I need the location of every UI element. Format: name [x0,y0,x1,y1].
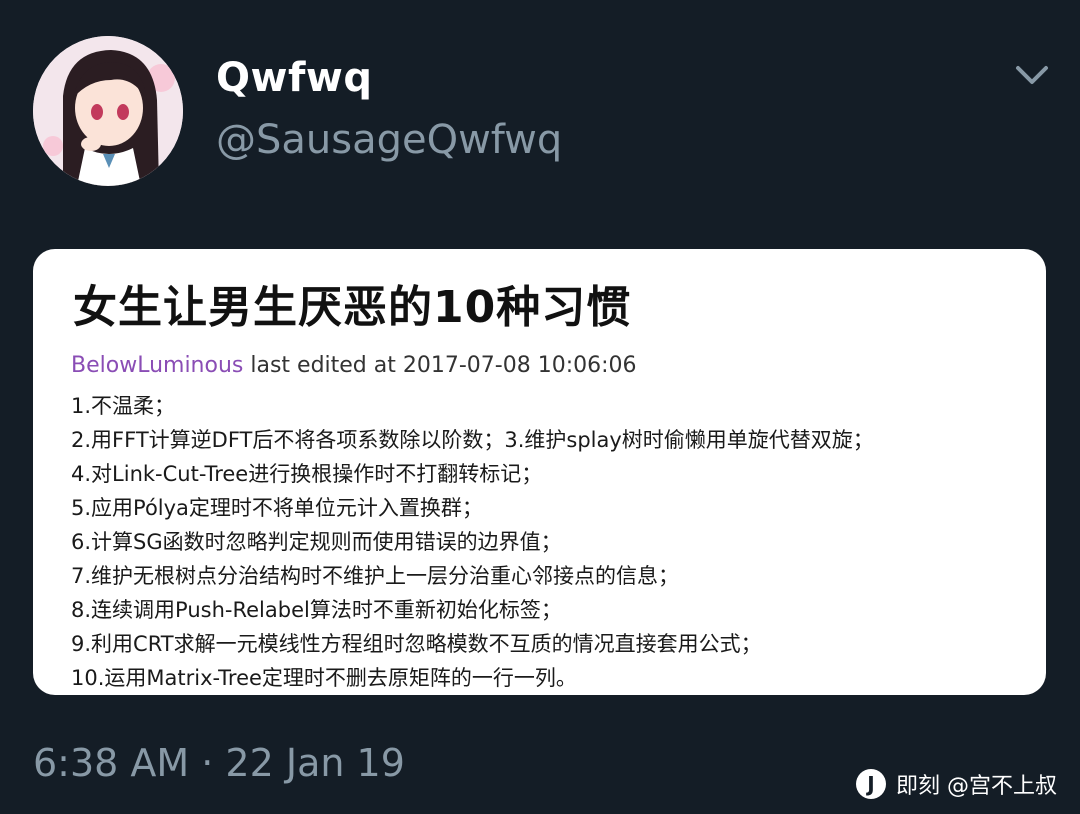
jike-logo-icon: J [856,769,886,799]
list-item: 7.维护无根树点分治结构时不维护上一层分治重心邻接点的信息； [71,564,680,588]
display-name[interactable]: Qwfwq [216,58,372,98]
card-title: 女生让男生厌恶的10种习惯 [73,282,632,333]
watermark-text: 即刻 @宫不上叔 [896,774,1057,799]
list-item: 8.连续调用Push-Relabel算法时不重新初始化标签； [71,598,562,622]
list-item: 6.计算SG函数时忽略判定规则而使用错误的边界值； [71,530,562,554]
watermark: J 即刻 @宫不上叔 [856,766,1057,802]
avatar[interactable] [33,36,183,186]
tweet-image[interactable]: 女生让男生厌恶的10种习惯 BelowLuminous last edited … [33,249,1046,695]
list-item: 4.对Link-Cut-Tree进行换根操作时不打翻转标记； [71,462,543,486]
meta-username: BelowLuminous [71,353,244,378]
list-item: 9.利用CRT求解一元模线性方程组时忽略模数不互质的情况直接套用公式； [71,632,762,656]
list-item: 5.应用Pólya定理时不将单位元计入置换群； [71,496,483,520]
list-item: 2.用FFT计算逆DFT后不将各项系数除以阶数；3.维护splay树时偷懒用单旋… [71,428,874,452]
meta-text: last edited at 2017-07-08 10:06:06 [243,353,637,378]
edit-meta: BelowLuminous last edited at 2017-07-08 … [71,353,637,378]
list-item: 10.运用Matrix-Tree定理时不删去原矩阵的一行一列。 [71,666,577,690]
habit-list: 1.不温柔； 2.用FFT计算逆DFT后不将各项系数除以阶数；3.维护splay… [71,389,874,695]
list-item: 1.不温柔； [71,394,176,418]
tweet-timestamp[interactable]: 6:38 AM · 22 Jan 19 [33,744,405,782]
user-handle[interactable]: @SausageQwfwq [216,120,562,160]
chevron-down-icon[interactable] [1014,60,1050,90]
